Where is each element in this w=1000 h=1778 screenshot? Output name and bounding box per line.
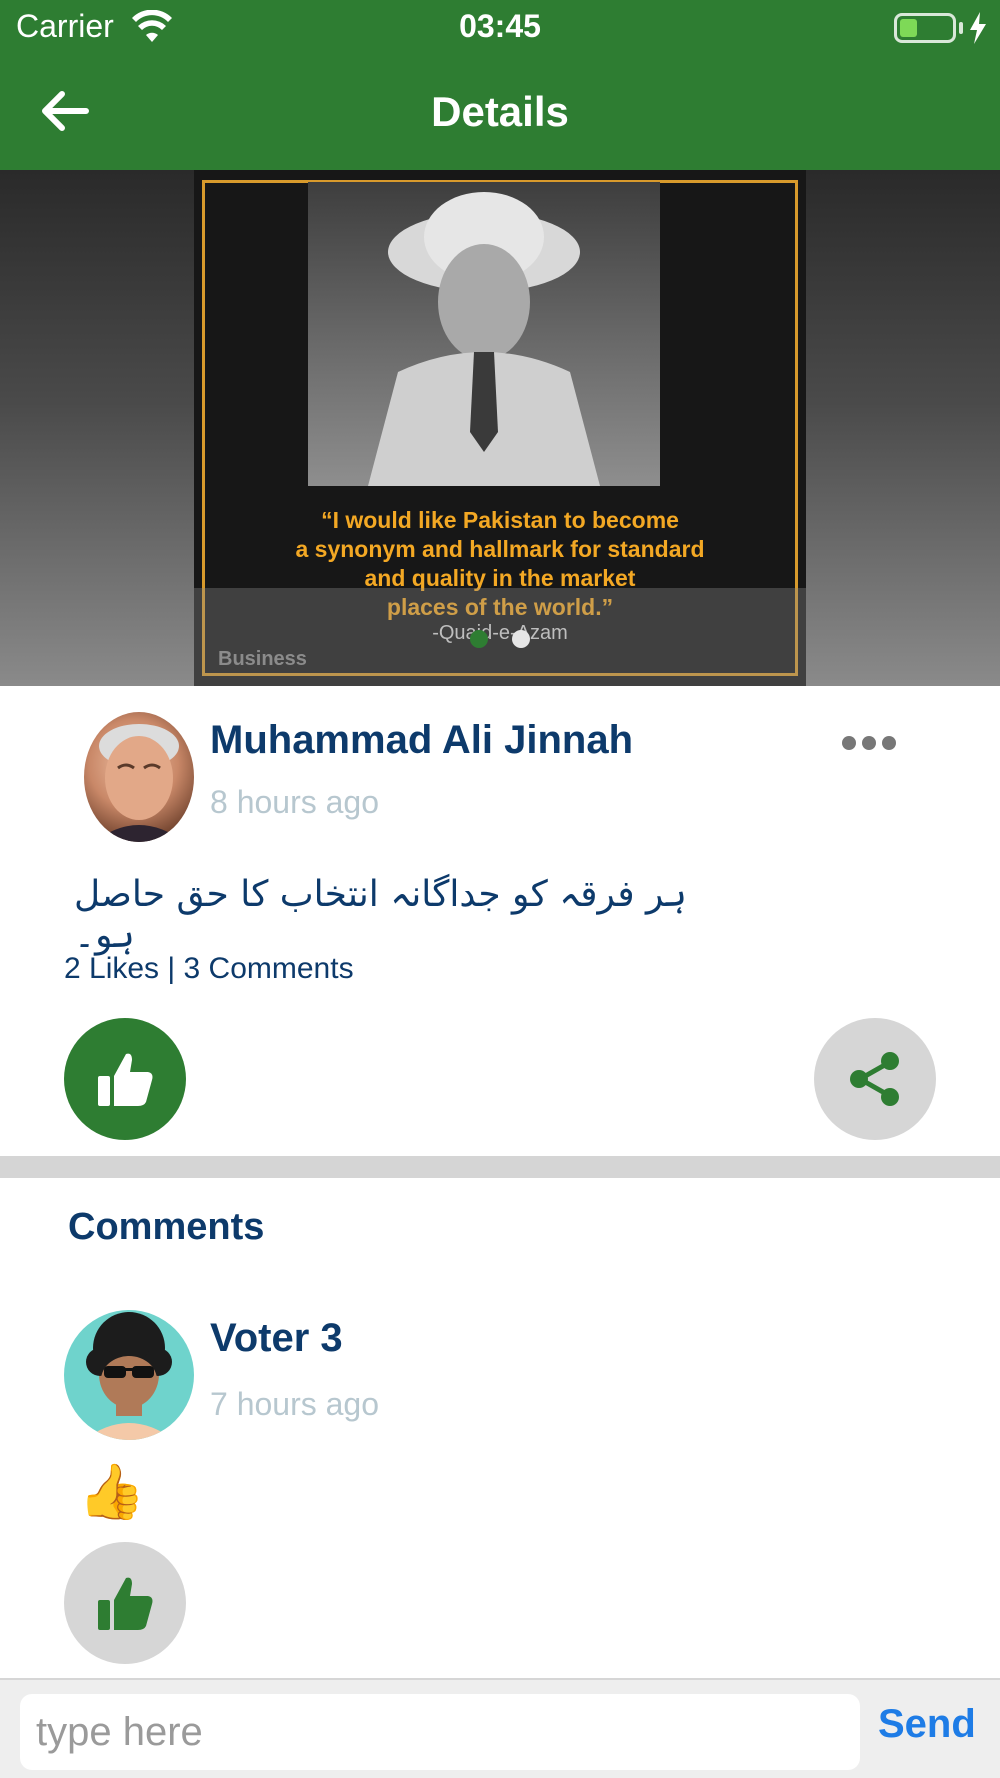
author-avatar[interactable] [84, 712, 194, 842]
like-button[interactable] [64, 1018, 186, 1140]
comment-like-button[interactable] [64, 1542, 186, 1664]
post-stats[interactable]: 2 Likes | 3 Comments [64, 952, 354, 986]
battery-icon [894, 13, 956, 43]
top-bar: Carrier 03:45 Details [0, 0, 1000, 170]
send-button[interactable]: Send [878, 1702, 976, 1747]
page-title: Details [431, 88, 569, 135]
thumbs-up-icon [98, 1577, 153, 1630]
post-image-carousel[interactable]: “I would like Pakistan to become a synon… [0, 170, 1000, 686]
status-bar: Carrier 03:45 [0, 0, 1000, 56]
comment-input[interactable] [20, 1694, 860, 1770]
thumbs-up-icon [98, 1053, 153, 1106]
portrait-photo [308, 182, 660, 486]
charging-bolt-icon [970, 12, 986, 44]
post-text: ہر فرقہ کو جداگانہ انتخاب کا حق حاصل ہو۔ [74, 874, 687, 956]
share-button[interactable] [814, 1018, 936, 1140]
commenter-avatar[interactable] [64, 1310, 194, 1440]
comments-heading: Comments [68, 1206, 265, 1248]
more-options-icon[interactable] [842, 736, 896, 752]
carousel-dots[interactable] [470, 630, 530, 648]
author-name[interactable]: Muhammad Ali Jinnah [210, 718, 633, 763]
commenter-name[interactable]: Voter 3 [210, 1316, 343, 1361]
carousel-dot[interactable] [512, 630, 530, 648]
quote-line: “I would like Pakistan to become [321, 507, 679, 533]
battery-nub [959, 22, 963, 34]
section-divider [0, 1156, 1000, 1178]
quote-line: a synonym and hallmark for standard [295, 536, 705, 562]
comment-composer: Send [0, 1678, 1000, 1778]
carousel-dot-active[interactable] [470, 630, 488, 648]
comment-text: 👍 [78, 1462, 146, 1522]
comment-timestamp: 7 hours ago [210, 1386, 380, 1422]
clock: 03:45 [459, 8, 541, 44]
post-timestamp: 8 hours ago [210, 784, 380, 820]
share-icon [850, 1052, 899, 1106]
